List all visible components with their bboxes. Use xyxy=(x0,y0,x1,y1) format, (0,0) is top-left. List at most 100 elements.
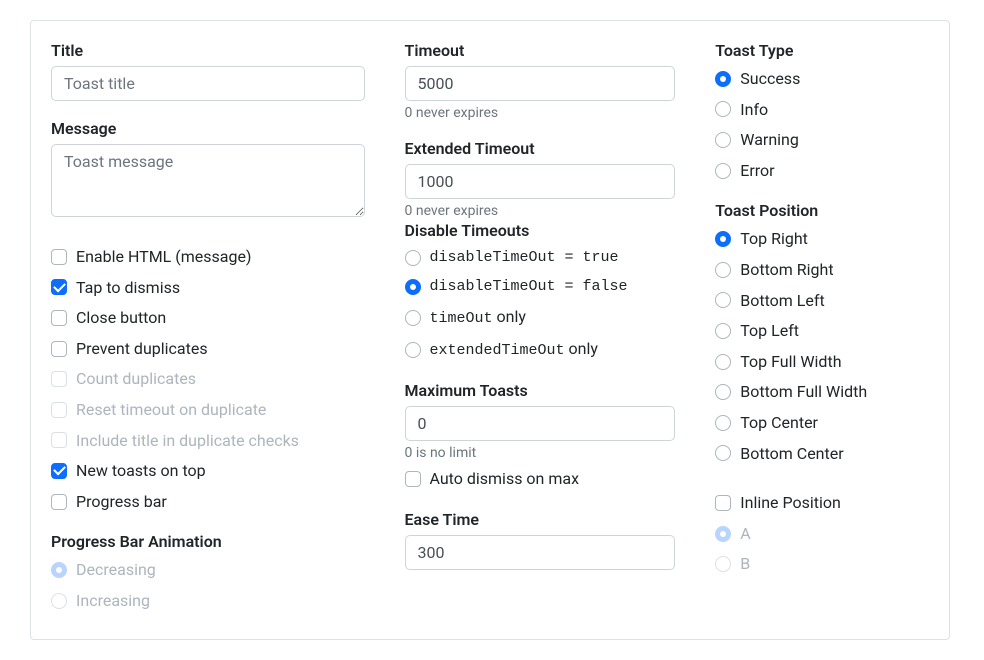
radio-label: timeOut only xyxy=(430,304,526,331)
radio-icon xyxy=(51,593,67,609)
checkbox-icon xyxy=(51,371,67,387)
check-label: Inline Position xyxy=(740,490,841,516)
radio-type-info[interactable]: Info xyxy=(715,97,929,123)
checkbox-icon xyxy=(405,471,421,487)
config-panel: Title Message Enable HTML (message) Tap … xyxy=(30,20,950,640)
radio-label: extendedTimeOut only xyxy=(430,336,598,363)
radio-label: Top Center xyxy=(740,410,818,436)
ease-time-label: Ease Time xyxy=(405,510,676,529)
radio-icon xyxy=(715,231,731,247)
radio-type-error[interactable]: Error xyxy=(715,158,929,184)
check-label: Reset timeout on duplicate xyxy=(76,397,266,423)
radio-increasing: Increasing xyxy=(51,588,365,614)
column-timing: Timeout 0 never expires Extended Timeout… xyxy=(405,41,676,619)
check-label: Prevent duplicates xyxy=(76,336,208,362)
radio-icon xyxy=(715,71,731,87)
column-content: Title Message Enable HTML (message) Tap … xyxy=(51,41,365,619)
check-label: Progress bar xyxy=(76,489,167,515)
radio-icon xyxy=(715,556,731,572)
radio-pos-top-full[interactable]: Top Full Width xyxy=(715,349,929,375)
radio-pos-top-right[interactable]: Top Right xyxy=(715,226,929,252)
toast-position-label: Toast Position xyxy=(715,201,929,220)
check-label: Count duplicates xyxy=(76,366,196,392)
radio-label: Decreasing xyxy=(76,557,156,583)
column-type-position: Toast Type Success Info Warning Error To… xyxy=(715,41,929,619)
radio-pos-bottom-right[interactable]: Bottom Right xyxy=(715,257,929,283)
radio-icon xyxy=(715,384,731,400)
radio-icon xyxy=(715,526,731,542)
radio-icon xyxy=(715,445,731,461)
radio-icon xyxy=(405,310,421,326)
check-label: New toasts on top xyxy=(76,458,206,484)
checkbox-icon xyxy=(51,249,67,265)
disable-timeouts-label: Disable Timeouts xyxy=(405,221,676,240)
checkbox-icon xyxy=(51,432,67,448)
checkbox-icon xyxy=(51,463,67,479)
timeout-input[interactable] xyxy=(405,66,676,101)
max-toasts-label: Maximum Toasts xyxy=(405,381,676,400)
ext-timeout-help: 0 never expires xyxy=(405,203,676,219)
radio-label: disableTimeOut = false xyxy=(430,275,628,299)
radio-pos-bottom-left[interactable]: Bottom Left xyxy=(715,288,929,314)
check-newest-top[interactable]: New toasts on top xyxy=(51,458,365,484)
message-input[interactable] xyxy=(51,144,365,217)
checkbox-icon xyxy=(51,310,67,326)
title-input[interactable] xyxy=(51,66,365,101)
radio-icon xyxy=(405,279,421,295)
toast-type-label: Toast Type xyxy=(715,41,929,60)
radio-type-warning[interactable]: Warning xyxy=(715,127,929,153)
check-tap-dismiss[interactable]: Tap to dismiss xyxy=(51,275,365,301)
radio-label: Warning xyxy=(740,127,799,153)
radio-icon xyxy=(715,163,731,179)
radio-label: A xyxy=(740,521,750,547)
check-close-button[interactable]: Close button xyxy=(51,305,365,331)
radio-label: Top Right xyxy=(740,226,808,252)
radio-label: Increasing xyxy=(76,588,150,614)
message-label: Message xyxy=(51,119,365,138)
check-count-duplicates: Count duplicates xyxy=(51,366,365,392)
radio-disable-true[interactable]: disableTimeOut = true xyxy=(405,246,676,270)
timeout-label: Timeout xyxy=(405,41,676,60)
radio-icon xyxy=(715,132,731,148)
radio-label: Success xyxy=(740,66,800,92)
radio-timeout-only[interactable]: timeOut only xyxy=(405,304,676,331)
progress-anim-label: Progress Bar Animation xyxy=(51,532,365,551)
check-enable-html[interactable]: Enable HTML (message) xyxy=(51,244,365,270)
checkbox-icon xyxy=(51,494,67,510)
radio-disable-false[interactable]: disableTimeOut = false xyxy=(405,275,676,299)
radio-label: Error xyxy=(740,158,774,184)
radio-icon xyxy=(715,101,731,117)
check-label: Include title in duplicate checks xyxy=(76,428,299,454)
checkbox-icon xyxy=(51,341,67,357)
max-help: 0 is no limit xyxy=(405,445,676,461)
check-inline-position[interactable]: Inline Position xyxy=(715,490,929,516)
check-label: Close button xyxy=(76,305,166,331)
checkbox-icon xyxy=(715,495,731,511)
radio-inline-b: B xyxy=(715,551,929,577)
radio-label: Top Left xyxy=(740,318,799,344)
radio-pos-top-center[interactable]: Top Center xyxy=(715,410,929,436)
radio-ext-timeout-only[interactable]: extendedTimeOut only xyxy=(405,336,676,363)
ease-time-input[interactable] xyxy=(405,535,676,570)
check-auto-dismiss[interactable]: Auto dismiss on max xyxy=(405,466,676,492)
timeout-help: 0 never expires xyxy=(405,105,676,121)
radio-pos-bottom-center[interactable]: Bottom Center xyxy=(715,441,929,467)
radio-label: B xyxy=(740,551,750,577)
radio-decreasing: Decreasing xyxy=(51,557,365,583)
max-toasts-input[interactable] xyxy=(405,406,676,441)
check-label: Enable HTML (message) xyxy=(76,244,252,270)
radio-label: Info xyxy=(740,97,768,123)
check-progress-bar[interactable]: Progress bar xyxy=(51,489,365,515)
radio-label: Bottom Full Width xyxy=(740,379,867,405)
ext-timeout-input[interactable] xyxy=(405,164,676,199)
radio-icon xyxy=(405,250,421,266)
radio-label: disableTimeOut = true xyxy=(430,246,619,270)
radio-pos-bottom-full[interactable]: Bottom Full Width xyxy=(715,379,929,405)
radio-inline-a: A xyxy=(715,521,929,547)
radio-pos-top-left[interactable]: Top Left xyxy=(715,318,929,344)
check-prevent-duplicates[interactable]: Prevent duplicates xyxy=(51,336,365,362)
check-reset-timeout: Reset timeout on duplicate xyxy=(51,397,365,423)
radio-label: Top Full Width xyxy=(740,349,841,375)
radio-type-success[interactable]: Success xyxy=(715,66,929,92)
radio-label: Bottom Center xyxy=(740,441,843,467)
